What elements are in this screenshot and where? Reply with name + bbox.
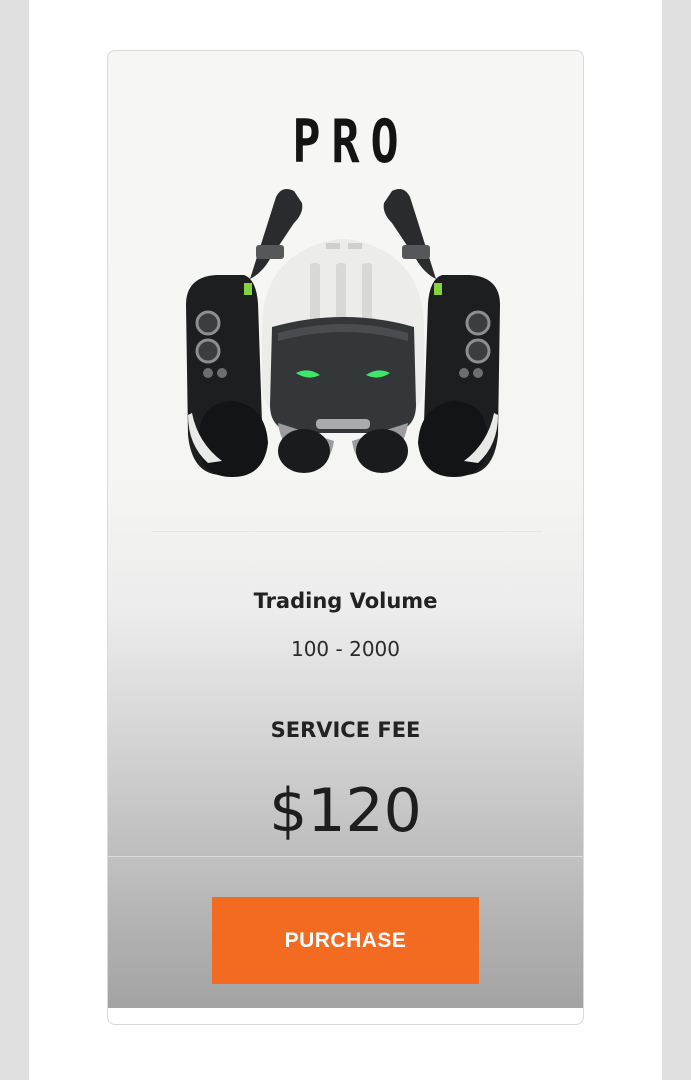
trading-volume-label: Trading Volume: [253, 589, 438, 613]
trading-volume-value: 100 - 2000: [290, 637, 400, 661]
card-footer: PURCHASE: [108, 856, 583, 1009]
robot-icon: [186, 189, 500, 477]
service-fee-price: $120: [269, 776, 422, 846]
pricing-card: PRO Trading Volume 100 - 2000 SERVICE FE…: [107, 50, 584, 1025]
purchase-button[interactable]: PURCHASE: [212, 897, 479, 984]
plan-title: PRO: [292, 107, 410, 177]
card-divider: [152, 531, 542, 532]
service-fee-label: SERVICE FEE: [270, 718, 421, 742]
page-background: PRO Trading Volume 100 - 2000 SERVICE FE…: [29, 0, 662, 1080]
card-bottom-strip: [108, 1008, 583, 1024]
